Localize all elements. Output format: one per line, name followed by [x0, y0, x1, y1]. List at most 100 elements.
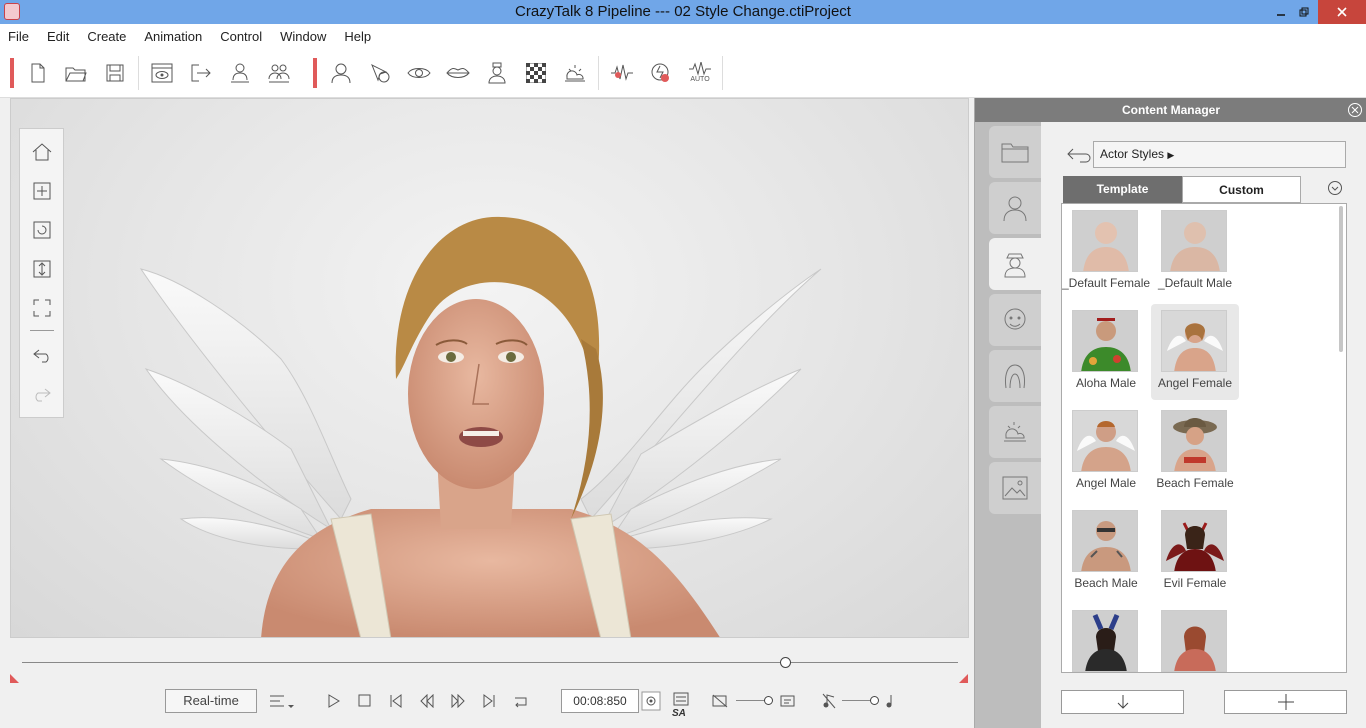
content-item-aloha-male[interactable]: Aloha Male: [1062, 304, 1150, 400]
tab-weather[interactable]: [989, 406, 1041, 458]
tab-custom[interactable]: Custom: [1182, 176, 1301, 203]
menu-file[interactable]: File: [8, 29, 29, 44]
timeline-scrubber[interactable]: [780, 657, 791, 668]
content-manager-title: Content Manager: [975, 98, 1366, 122]
new-file-icon[interactable]: [26, 61, 50, 85]
preview-icon[interactable]: [150, 61, 174, 85]
avatar-bust-icon[interactable]: [485, 61, 509, 85]
actor-icon[interactable]: [228, 61, 252, 85]
content-manager-panel: Content Manager Actor Styles ▶ Template …: [974, 98, 1366, 728]
tab-folder[interactable]: [989, 126, 1041, 178]
item-label: Angel Female: [1157, 376, 1233, 390]
content-item-bunny-female[interactable]: [1062, 604, 1150, 672]
menu-help[interactable]: Help: [344, 29, 371, 44]
close-window-button[interactable]: [1318, 0, 1366, 24]
home-icon[interactable]: [30, 140, 54, 164]
tab-actor-styles[interactable]: [989, 238, 1041, 290]
thumbnail: [1072, 610, 1138, 672]
timeline-track[interactable]: [22, 662, 958, 663]
crowd-icon[interactable]: [267, 61, 291, 85]
content-item-beach-male[interactable]: Beach Male: [1062, 504, 1150, 600]
options-dropdown-icon[interactable]: [1327, 180, 1343, 196]
add-button[interactable]: [1224, 690, 1347, 714]
next-frame-icon[interactable]: [451, 694, 465, 708]
audio-wave-icon[interactable]: [610, 61, 634, 85]
checker-icon[interactable]: [524, 61, 548, 85]
content-item-angel-male[interactable]: Angel Male: [1062, 404, 1150, 500]
item-label: Evil Female: [1163, 576, 1227, 590]
previous-frame-icon[interactable]: [420, 694, 434, 708]
content-path[interactable]: Actor Styles ▶: [1093, 141, 1346, 168]
toolbar-divider: [722, 56, 723, 90]
restore-button[interactable]: [1290, 0, 1318, 24]
content-item-female-5[interactable]: [1151, 604, 1239, 672]
undo-icon[interactable]: [30, 343, 54, 367]
zoom-icon[interactable]: [30, 257, 54, 281]
time-settings-icon[interactable]: [641, 691, 661, 711]
eye-icon[interactable]: [407, 61, 431, 85]
auto-icon[interactable]: AUTO: [688, 61, 712, 85]
weather-icon[interactable]: [563, 61, 587, 85]
range-start-marker[interactable]: [10, 674, 20, 684]
play-icon[interactable]: [327, 694, 341, 708]
range-end-marker[interactable]: [959, 674, 969, 684]
thumbnail: [1161, 410, 1227, 472]
menu-control[interactable]: Control: [220, 29, 262, 44]
tab-actor[interactable]: [989, 182, 1041, 234]
close-panel-icon[interactable]: [1347, 102, 1363, 118]
item-label: _Default Female: [1062, 276, 1151, 290]
item-label: Beach Female: [1156, 476, 1234, 490]
loop-icon[interactable]: [513, 694, 529, 708]
lips-icon[interactable]: [446, 61, 470, 85]
save-icon[interactable]: [103, 61, 127, 85]
thumbnail: [1072, 310, 1138, 372]
thumbnail: [1072, 210, 1138, 272]
back-icon[interactable]: [1065, 146, 1091, 164]
right-wing: [580, 268, 822, 550]
tab-hair[interactable]: [989, 350, 1041, 402]
toolbar-separator: [313, 58, 317, 88]
tab-template[interactable]: Template: [1063, 176, 1182, 203]
record-icon[interactable]: [649, 61, 673, 85]
music-off-icon[interactable]: [822, 693, 836, 709]
smooth-dropdown-icon[interactable]: [268, 692, 296, 710]
redo-icon[interactable]: [30, 382, 54, 406]
content-item-evil-female[interactable]: Evil Female: [1151, 504, 1239, 600]
thumbnail: [1161, 610, 1227, 672]
content-item-default-male[interactable]: _Default Male: [1151, 204, 1239, 300]
tab-face[interactable]: [989, 294, 1041, 346]
download-button[interactable]: [1061, 690, 1184, 714]
tab-image[interactable]: [989, 462, 1041, 514]
subtitle-off-icon[interactable]: [712, 694, 728, 708]
toolbar-divider: [138, 56, 139, 90]
rotate-icon[interactable]: [30, 218, 54, 242]
subtitle-icon[interactable]: [780, 694, 796, 708]
content-item-default-female[interactable]: _Default Female: [1062, 204, 1150, 300]
voice-volume-knob[interactable]: [764, 696, 773, 705]
first-frame-icon[interactable]: [389, 694, 403, 708]
toolbar: AUTO: [0, 48, 1366, 98]
select-icon[interactable]: [368, 61, 392, 85]
menu-window[interactable]: Window: [280, 29, 326, 44]
move-icon[interactable]: [30, 179, 54, 203]
fit-view-icon[interactable]: [30, 296, 54, 320]
title-bar: CrazyTalk 8 Pipeline --- 02 Style Change…: [0, 0, 1366, 24]
menu-animation[interactable]: Animation: [144, 29, 202, 44]
content-item-beach-female[interactable]: Beach Female: [1151, 404, 1239, 500]
grid-scrollbar[interactable]: [1339, 206, 1343, 352]
3d-viewport[interactable]: [10, 98, 969, 638]
current-time-field[interactable]: 00:08:850: [561, 689, 639, 713]
stop-icon[interactable]: [358, 694, 372, 708]
thumbnail: [1161, 310, 1227, 372]
music-volume-knob[interactable]: [870, 696, 879, 705]
music-note-icon[interactable]: [884, 693, 896, 709]
script-icon[interactable]: [672, 692, 692, 706]
realtime-mode-button[interactable]: Real-time: [165, 689, 257, 713]
menu-create[interactable]: Create: [87, 29, 126, 44]
head-icon[interactable]: [329, 61, 353, 85]
open-folder-icon[interactable]: [64, 61, 88, 85]
content-item-angel-female[interactable]: Angel Female: [1151, 304, 1239, 400]
last-frame-icon[interactable]: [482, 694, 496, 708]
menu-edit[interactable]: Edit: [47, 29, 69, 44]
export-icon[interactable]: [189, 61, 213, 85]
